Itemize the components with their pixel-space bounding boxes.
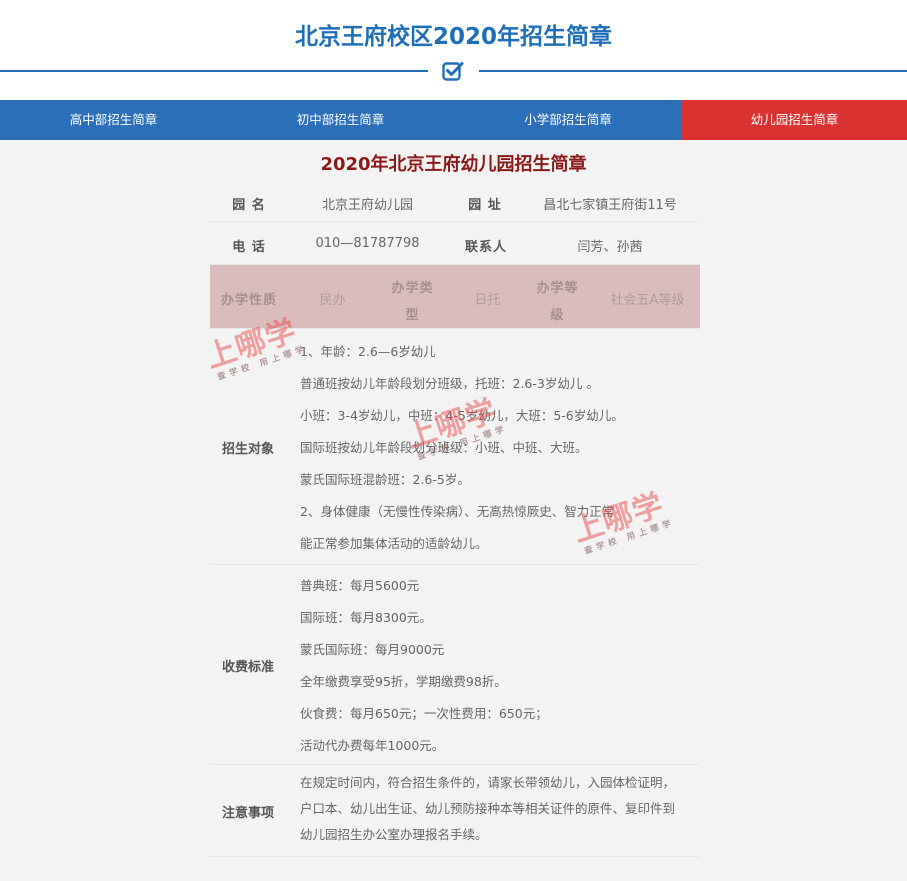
address-label: 园 址 bbox=[468, 198, 502, 213]
checkbox-check-icon bbox=[442, 62, 464, 81]
level-label-line1: 办学等 bbox=[536, 281, 579, 296]
section-title: 2020年北京王府幼儿园招生简章 bbox=[320, 154, 587, 175]
tab-high-school[interactable]: 高中部招生简章 bbox=[0, 100, 227, 140]
fees-line: 伙食费：每月650元；一次性费用：650元； bbox=[300, 706, 548, 721]
info-row-name: 园 名 北京王府幼儿园 园 址 昌北七家镇王府街11号 bbox=[210, 182, 700, 222]
tab-primary-school[interactable]: 小学部招生简章 bbox=[454, 100, 682, 140]
title-divider-left bbox=[0, 70, 428, 72]
tab-kindergarten[interactable]: 幼儿园招生简章 bbox=[682, 100, 907, 140]
level-value: 社会五A等级 bbox=[610, 293, 685, 308]
phone-label: 电 话 bbox=[232, 240, 266, 255]
type-value: 日托 bbox=[474, 293, 501, 308]
enroll-line: 普通班按幼儿年龄段划分班级，托班：2.6-3岁幼儿 。 bbox=[300, 376, 599, 391]
info-row-nature: 办学性质 民办 办学类 型 日托 办学等 级 社会五A等级 bbox=[210, 265, 700, 329]
tab-middle-school[interactable]: 初中部招生简章 bbox=[227, 100, 454, 140]
level-label-line2: 级 bbox=[550, 308, 565, 323]
enroll-lines: 1、年龄：2.6—6岁幼儿 普通班按幼儿年龄段划分班级，托班：2.6-3岁幼儿 … bbox=[300, 336, 695, 560]
type-label-line1: 办学类 bbox=[391, 281, 434, 296]
nature-label: 办学性质 bbox=[220, 293, 277, 308]
address-value: 昌北七家镇王府街11号 bbox=[543, 198, 677, 213]
fees-line: 活动代办费每年1000元。 bbox=[300, 738, 445, 753]
enroll-line: 1、年龄：2.6—6岁幼儿 bbox=[300, 344, 436, 359]
page-header: 北京王府校区2020年招生简章 bbox=[0, 0, 907, 100]
fees-line: 全年缴费享受95折，学期缴费98折。 bbox=[300, 674, 507, 689]
fees-label: 收费标准 bbox=[222, 660, 275, 675]
info-row-phone: 电 话 010—81787798 联系人 闫芳、孙茜 bbox=[210, 222, 700, 265]
notes-line: 幼儿园招生办公室办理报名手续。 bbox=[300, 827, 488, 842]
fees-line: 普典班：每月5600元 bbox=[300, 578, 420, 593]
fees-lines: 普典班：每月5600元 国际班：每月8300元。 蒙氏国际班：每月9000元 全… bbox=[300, 570, 695, 762]
phone-value: 010—81787798 bbox=[315, 236, 420, 251]
enroll-row: 招生对象 1、年龄：2.6—6岁幼儿 普通班按幼儿年龄段划分班级，托班：2.6-… bbox=[210, 329, 700, 565]
level-label: 办学等 级 bbox=[530, 277, 585, 323]
fees-line: 蒙氏国际班：每月9000元 bbox=[300, 642, 445, 657]
enroll-line: 国际班按幼儿年龄段划分班级：小班、中班、大班。 bbox=[300, 440, 588, 455]
enroll-line: 2、身体健康（无慢性传染病）、无高热惊厥史、智力正常 bbox=[300, 504, 615, 519]
type-label: 办学类 型 bbox=[385, 277, 440, 323]
enroll-line: 小班：3-4岁幼儿，中班：4-5岁幼儿，大班：5-6岁幼儿。 bbox=[300, 408, 624, 423]
nature-value: 民办 bbox=[319, 293, 346, 308]
school-tabs: 高中部招生简章 初中部招生简章 小学部招生简章 幼儿园招生简章 bbox=[0, 100, 907, 140]
contact-label: 联系人 bbox=[464, 240, 507, 255]
fees-row: 收费标准 普典班：每月5600元 国际班：每月8300元。 蒙氏国际班：每月90… bbox=[210, 565, 700, 765]
notes-row: 注意事项 在规定时间内，符合招生条件的，请家长带领幼儿，入园体检证明， 户口本、… bbox=[210, 765, 700, 857]
enroll-line: 蒙氏国际班混龄班：2.6-5岁。 bbox=[300, 472, 470, 487]
name-value: 北京王府幼儿园 bbox=[321, 198, 413, 213]
fees-line: 国际班：每月8300元。 bbox=[300, 610, 432, 625]
title-divider-right bbox=[479, 70, 907, 72]
enroll-line: 能正常参加集体活动的适龄幼儿。 bbox=[300, 536, 488, 551]
notes-label: 注意事项 bbox=[222, 806, 275, 821]
notes-lines: 在规定时间内，符合招生条件的，请家长带领幼儿，入园体检证明， 户口本、幼儿出生证… bbox=[300, 770, 695, 848]
enroll-label: 招生对象 bbox=[222, 442, 275, 457]
page-title: 北京王府校区2020年招生简章 bbox=[294, 24, 612, 50]
notes-line: 在规定时间内，符合招生条件的，请家长带领幼儿，入园体检证明， bbox=[300, 775, 676, 790]
type-label-line2: 型 bbox=[405, 308, 420, 323]
name-label: 园 名 bbox=[232, 198, 266, 213]
notes-line: 户口本、幼儿出生证、幼儿预防接种本等相关证件的原件、复印件到 bbox=[300, 801, 676, 816]
contact-value: 闫芳、孙茜 bbox=[577, 240, 643, 255]
